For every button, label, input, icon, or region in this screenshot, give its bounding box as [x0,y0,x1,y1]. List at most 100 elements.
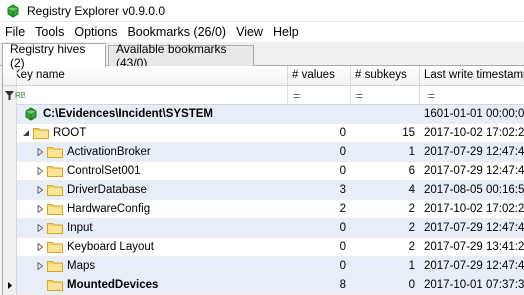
row-indicator [3,143,17,162]
row-values: 0 [339,165,346,177]
row-subkeys [351,105,420,124]
row-values: 0 [339,241,346,253]
col-values[interactable]: # values [288,66,351,86]
row-subkeys: 1 [408,146,415,158]
row-last-write: 2017-10-01 07:37:39 [424,279,524,291]
table-row[interactable]: HardwareConfig 2 2 2017-10-02 17:02:24 [3,200,524,219]
row-last-write: 2017-10-02 17:02:24 [424,127,524,139]
expand-icon[interactable] [36,167,44,175]
folder-icon [47,242,63,253]
row-indicator [3,219,17,238]
hive-icon [25,107,37,121]
row-indicator [3,238,17,257]
row-key-name: DriverDatabase [67,184,147,196]
row-subkeys: 15 [402,127,415,139]
folder-icon [47,185,63,196]
table-row-root[interactable]: ROOT 0 15 2017-10-02 17:02:24 [3,124,524,143]
row-subkeys: 0 [408,279,415,291]
filter-subkeys[interactable]: = [351,86,420,105]
row-last-write: 2017-10-02 17:02:24 [424,203,524,215]
filter-last-write[interactable]: = [420,86,524,105]
tab-registry-hives[interactable]: Registry hives (2) [2,42,106,70]
row-last-write: 2017-08-05 00:16:59 [424,184,524,196]
table-row[interactable]: DriverDatabase 3 4 2017-08-05 00:16:59 [3,181,524,200]
table-row-hive[interactable]: C:\Evidences\Incident\SYSTEM 1601-01-01 … [3,105,524,124]
row-key-name: ROOT [53,127,87,139]
row-key-name: C:\Evidences\Incident\SYSTEM [43,108,213,120]
row-subkeys: 6 [408,165,415,177]
row-values: 0 [339,260,346,272]
row-key-name: ActivationBroker [67,146,151,158]
row-indicator [3,181,17,200]
filter-values[interactable]: = [288,86,351,105]
table-row-current[interactable]: MountedDevices 8 0 2017-10-01 07:37:39 [3,276,524,295]
col-last-write[interactable]: Last write timestamp [420,66,524,86]
menu-tools[interactable]: Tools [30,25,69,39]
menu-file[interactable]: File [0,25,30,39]
folder-icon [33,128,49,139]
table-row[interactable]: Keyboard Layout 0 2 2017-07-29 13:41:21 [3,238,524,257]
tab-available-bookmarks[interactable]: Available bookmarks (43/0) [108,42,254,70]
row-key-name: Keyboard Layout [67,241,154,253]
expand-icon[interactable] [36,205,44,213]
row-subkeys: 4 [408,184,415,196]
row-indicator [3,124,17,143]
expand-icon[interactable] [36,224,44,232]
table-row[interactable]: ControlSet001 0 6 2017-07-29 12:47:44 [3,162,524,181]
folder-icon [47,280,63,291]
registry-app-icon [5,3,21,19]
folder-icon [47,166,63,177]
filter-icon [5,90,14,100]
menu-help[interactable]: Help [268,25,304,39]
filter-key-name-glyph: RBC [15,91,25,100]
row-last-write: 2017-07-29 12:47:44 [424,165,524,177]
table-row[interactable]: ActivationBroker 0 1 2017-07-29 12:47:44 [3,143,524,162]
row-values: 3 [339,184,346,196]
row-indicator [3,200,17,219]
row-indicator [3,257,17,276]
menu-bookmarks[interactable]: Bookmarks (26/0) [122,25,231,39]
row-values: 0 [339,127,346,139]
table-row[interactable]: Maps 0 1 2017-07-29 12:47:44 [3,257,524,276]
row-values [288,105,351,124]
row-indicator [3,105,17,124]
menu-view[interactable]: View [231,25,268,39]
row-indicator [3,162,17,181]
folder-icon [47,223,63,234]
row-key-name: Input [67,222,93,234]
expand-icon[interactable] [36,148,44,156]
expand-icon[interactable] [36,262,44,270]
row-values: 2 [339,203,346,215]
row-values: 0 [339,222,346,234]
registry-grid: Key name # values # subkeys Last write t… [2,66,524,295]
folder-icon [47,147,63,158]
window-title: Registry Explorer v0.9.0.0 [27,3,166,18]
row-subkeys: 2 [408,241,415,253]
row-last-write: 2017-07-29 12:47:44 [424,260,524,272]
expand-icon[interactable] [36,243,44,251]
row-subkeys: 2 [408,203,415,215]
expand-icon[interactable] [36,186,44,194]
row-indicator [3,276,17,295]
menu-options[interactable]: Options [69,25,122,39]
folder-icon [47,204,63,215]
filter-row: RBC = = = [3,86,524,105]
row-last-write: 1601-01-01 00:00:00 [424,108,524,120]
table-row[interactable]: Input 0 2 2017-07-29 12:47:44 [3,219,524,238]
row-subkeys: 2 [408,222,415,234]
row-key-name: ControlSet001 [67,165,141,177]
folder-icon [47,261,63,272]
row-key-name: HardwareConfig [67,203,151,215]
row-last-write: 2017-07-29 12:47:44 [424,146,524,158]
row-subkeys: 1 [408,260,415,272]
menu-bar: File Tools Options Bookmarks (26/0) View… [0,22,524,42]
filter-key-name[interactable]: RBC [15,86,288,105]
row-key-name: Maps [67,260,96,272]
tab-strip: Registry hives (2) Available bookmarks (… [0,42,524,70]
row-last-write: 2017-07-29 12:47:44 [424,222,524,234]
row-values: 0 [339,146,346,158]
col-subkeys[interactable]: # subkeys [351,66,420,86]
row-key-name: MountedDevices [67,279,159,291]
row-last-write: 2017-07-29 13:41:21 [424,241,524,253]
collapse-icon[interactable] [22,129,30,137]
